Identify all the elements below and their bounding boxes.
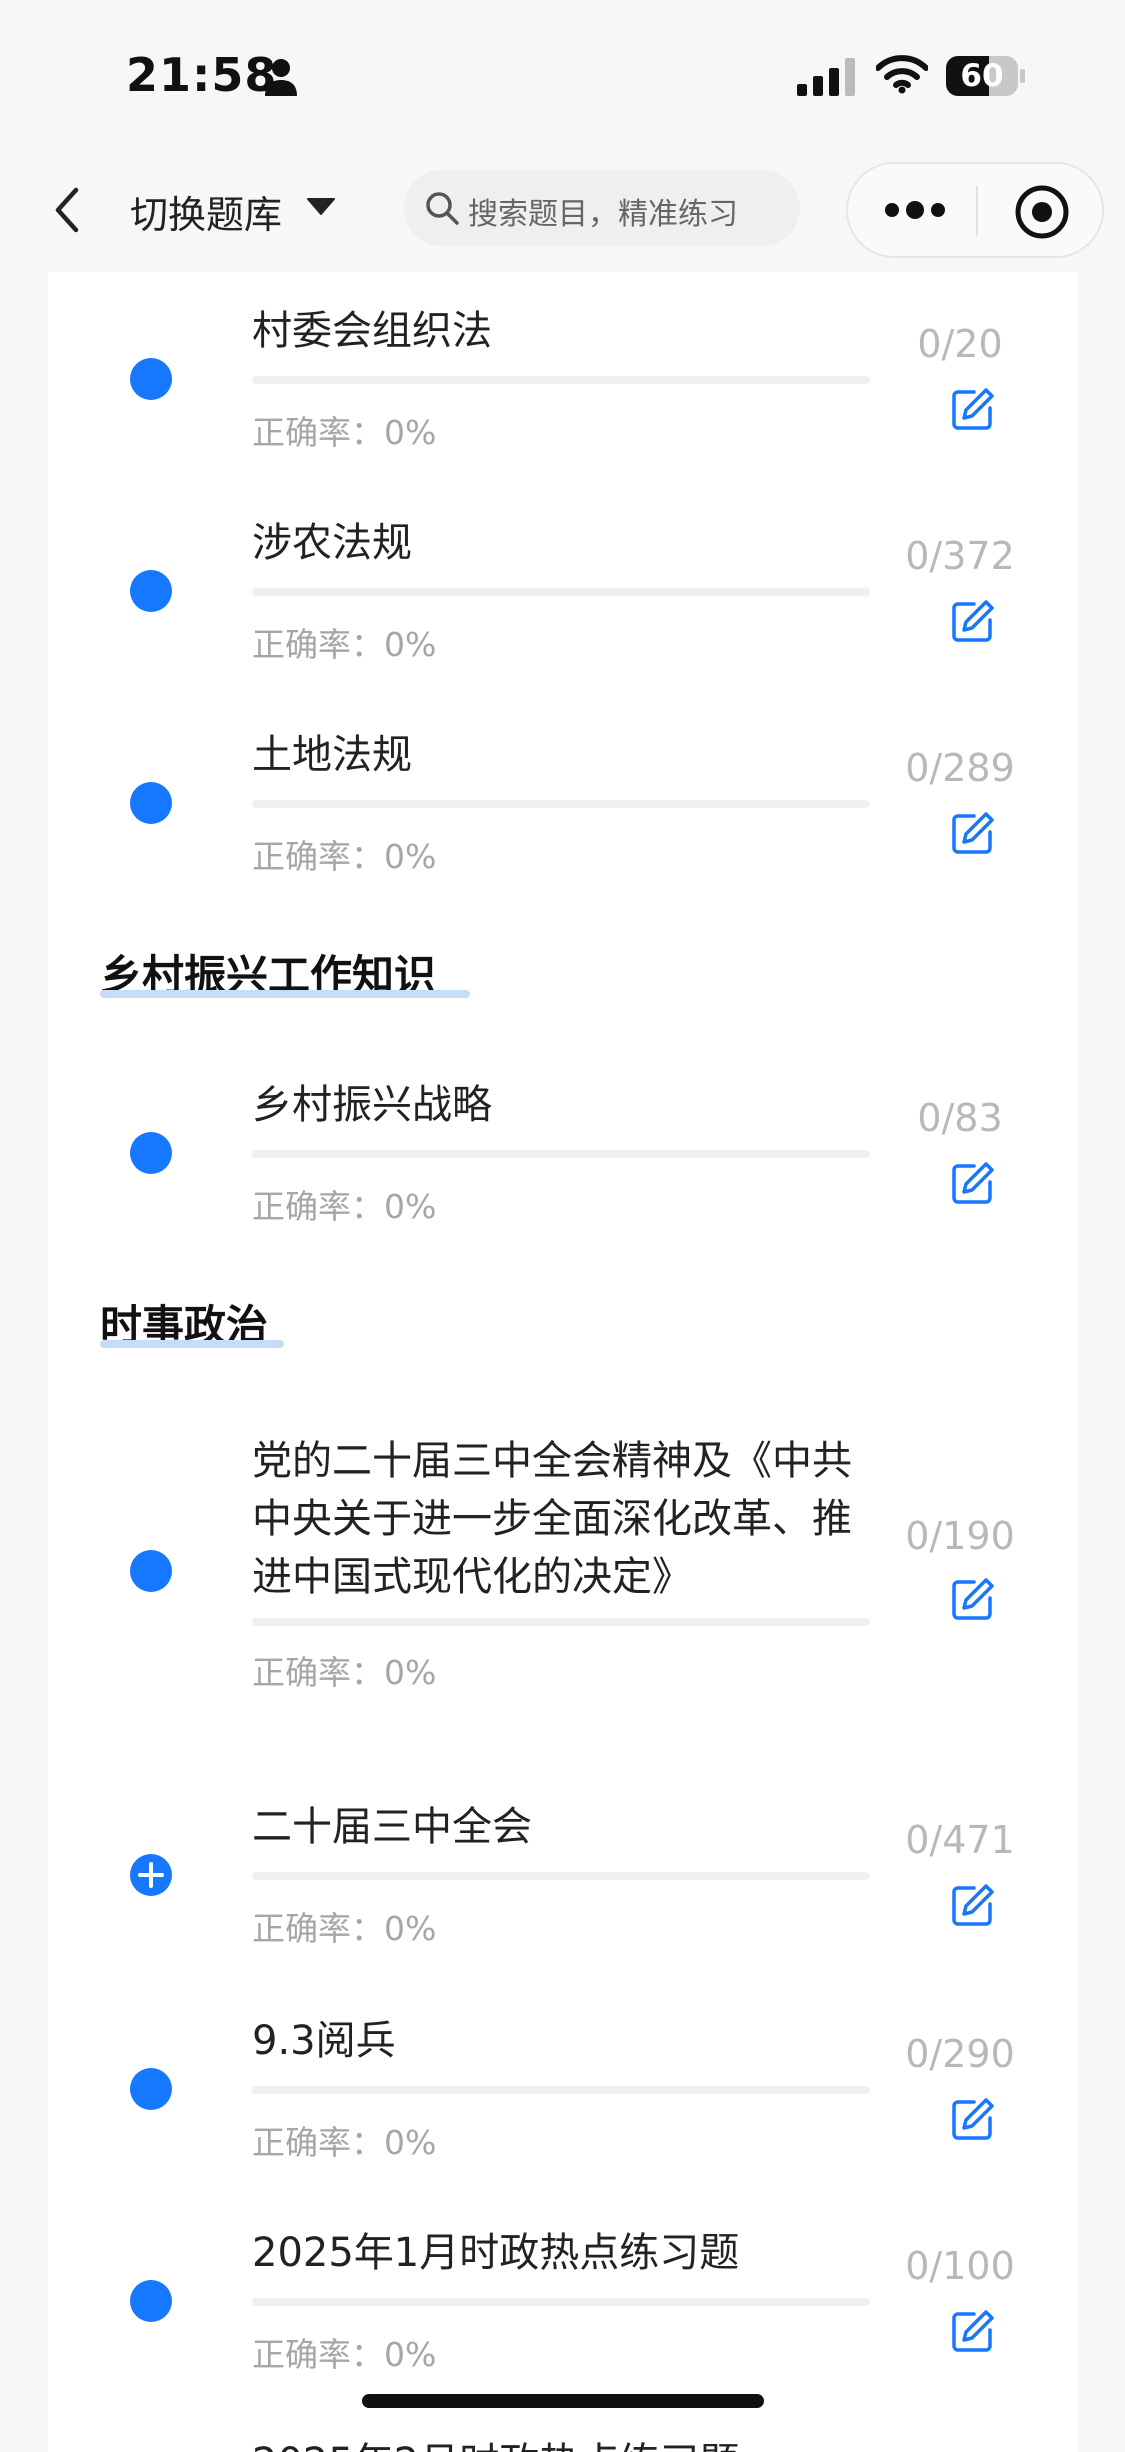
list-item[interactable]: 2025年1月时政热点练习题 正确率：0% 0/100 — [48, 2194, 1078, 2404]
search-icon — [426, 192, 459, 225]
section-underline — [100, 1340, 284, 1348]
item-count: 0/83 — [917, 1096, 1003, 1140]
list-item[interactable]: 二十届三中全会 正确率：0% 0/471 — [48, 1768, 1078, 1978]
more-icon[interactable] — [884, 194, 946, 226]
progress-track — [252, 376, 870, 384]
item-accuracy: 正确率：0% — [252, 2335, 437, 2374]
question-bank-list: 村委会组织法 正确率：0% 0/20 涉农法规 正确率：0% 0/372 土地法… — [48, 272, 1078, 2452]
miniprogram-capsule — [846, 162, 1104, 258]
capsule-divider — [976, 186, 978, 236]
item-count: 0/190 — [905, 1514, 1015, 1558]
item-accuracy: 正确率：0% — [252, 1187, 437, 1226]
item-title: 涉农法规 — [252, 520, 412, 566]
list-item[interactable]: 9.3阅兵 正确率：0% 0/290 — [48, 1982, 1078, 2192]
item-accuracy: 正确率：0% — [252, 1653, 437, 1692]
status-dot-icon — [130, 782, 172, 824]
item-count: 0/372 — [905, 534, 1015, 578]
search-placeholder: 搜索题目，精准练习 — [468, 197, 738, 232]
progress-track — [252, 800, 870, 808]
progress-track — [252, 1150, 870, 1158]
item-title: 乡村振兴战略 — [252, 1082, 492, 1128]
person-icon — [265, 59, 297, 96]
status-dot-icon — [130, 2068, 172, 2110]
status-dot-icon — [130, 358, 172, 400]
progress-track — [252, 1618, 870, 1626]
status-time: 21:58 — [126, 48, 278, 102]
item-title: 党的二十届三中全会精神及《中共中央关于进一步全面深化改革、推进中国式现代化的决定… — [252, 1438, 852, 1600]
edit-icon[interactable] — [950, 2308, 996, 2354]
edit-icon[interactable] — [950, 2096, 996, 2142]
item-title: 二十届三中全会 — [252, 1804, 532, 1850]
item-title: 村委会组织法 — [252, 308, 492, 354]
status-dot-icon — [130, 1132, 172, 1174]
search-input[interactable]: 搜索题目，精准练习 — [404, 170, 800, 246]
list-item[interactable]: 村委会组织法 正确率：0% 0/20 — [48, 272, 1078, 482]
list-item[interactable]: 土地法规 正确率：0% 0/289 — [48, 696, 1078, 906]
item-accuracy: 正确率：0% — [252, 413, 437, 452]
back-chevron-icon[interactable] — [46, 180, 86, 240]
edit-icon[interactable] — [950, 1882, 996, 1928]
item-count: 0/290 — [905, 2032, 1015, 2076]
status-dot-icon — [130, 570, 172, 612]
edit-icon[interactable] — [950, 1160, 996, 1206]
switch-bank-button[interactable]: 切换题库 — [130, 184, 282, 239]
list-item[interactable]: 乡村振兴战略 正确率：0% 0/83 — [48, 1046, 1078, 1256]
item-count: 0/289 — [905, 746, 1015, 790]
list-item[interactable]: 2025年2月时政热点练习题 — [48, 2406, 1078, 2452]
battery-percent: 60 — [960, 58, 1004, 94]
item-count: 0/100 — [905, 2244, 1015, 2288]
item-accuracy: 正确率：0% — [252, 625, 437, 664]
item-count: 0/20 — [917, 322, 1003, 366]
item-title: 2025年1月时政热点练习题 — [252, 2230, 740, 2276]
status-dot-icon — [130, 2280, 172, 2322]
progress-track — [252, 1872, 870, 1880]
status-bar: 21:58 60 — [0, 0, 1125, 150]
battery-indicator: 60 — [946, 56, 1025, 96]
item-title: 土地法规 — [252, 732, 412, 778]
item-title: 2025年2月时政热点练习题 — [252, 2434, 892, 2452]
expand-plus-icon[interactable] — [130, 1854, 172, 1896]
item-count: 0/471 — [905, 1818, 1015, 1862]
item-accuracy: 正确率：0% — [252, 837, 437, 876]
item-accuracy: 正确率：0% — [252, 2123, 437, 2162]
list-item[interactable]: 党的二十届三中全会精神及《中共中央关于进一步全面深化改革、推进中国式现代化的决定… — [48, 1418, 1078, 1718]
progress-track — [252, 2086, 870, 2094]
edit-icon[interactable] — [950, 598, 996, 644]
wifi-icon — [876, 55, 928, 94]
cellular-signal-icon — [797, 58, 855, 96]
status-dot-icon — [130, 1550, 172, 1592]
edit-icon[interactable] — [950, 1576, 996, 1622]
caret-down-icon[interactable] — [306, 196, 336, 216]
item-title: 9.3阅兵 — [252, 2018, 396, 2064]
progress-track — [252, 2298, 870, 2306]
item-accuracy: 正确率：0% — [252, 1909, 437, 1948]
edit-icon[interactable] — [950, 386, 996, 432]
home-indicator — [362, 2394, 764, 2408]
progress-track — [252, 588, 870, 596]
section-underline — [100, 990, 470, 998]
list-item[interactable]: 涉农法规 正确率：0% 0/372 — [48, 484, 1078, 694]
edit-icon[interactable] — [950, 810, 996, 856]
close-miniprogram-icon[interactable] — [1014, 184, 1070, 240]
nav-bar: 切换题库 搜索题目，精准练习 — [0, 150, 1125, 272]
